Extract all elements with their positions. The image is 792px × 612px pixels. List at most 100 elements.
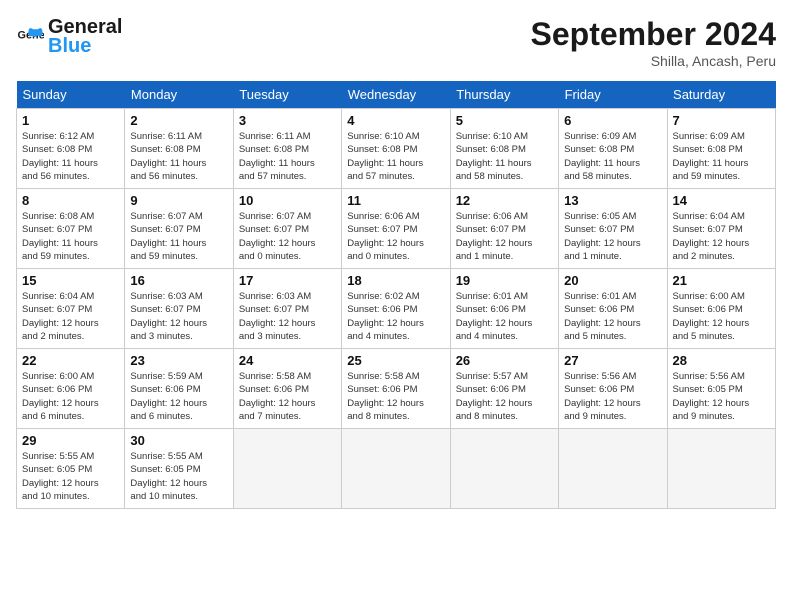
table-row (450, 429, 558, 509)
day-number: 14 (673, 193, 770, 208)
table-row: 4Sunrise: 6:10 AM Sunset: 6:08 PM Daylig… (342, 109, 450, 189)
title-section: September 2024 Shilla, Ancash, Peru (531, 16, 776, 69)
table-row: 8 Sunrise: 6:08 AM Sunset: 6:07 PM Daylig… (17, 189, 125, 269)
day-number: 12 (456, 193, 553, 208)
calendar-week-3: 15 Sunrise: 6:04 AM Sunset: 6:07 PM Dayli… (17, 269, 776, 349)
col-monday: Monday (125, 81, 233, 109)
calendar-table: Sunday Monday Tuesday Wednesday Thursday… (16, 81, 776, 509)
table-row: 23 Sunrise: 5:59 AM Sunset: 6:06 PM Dayli… (125, 349, 233, 429)
day-number: 25 (347, 353, 444, 368)
table-row: 12 Sunrise: 6:06 AM Sunset: 6:07 PM Dayli… (450, 189, 558, 269)
day-info: Sunrise: 6:07 AM Sunset: 6:07 PM Dayligh… (239, 210, 336, 263)
table-row: 18Sunrise: 6:02 AM Sunset: 6:06 PM Dayli… (342, 269, 450, 349)
day-number: 15 (22, 273, 119, 288)
day-info: Sunrise: 6:00 AM Sunset: 6:06 PM Dayligh… (22, 370, 119, 423)
day-number: 3 (239, 113, 336, 128)
table-row: 27 Sunrise: 5:56 AM Sunset: 6:06 PM Dayli… (559, 349, 667, 429)
day-info: Sunrise: 5:59 AM Sunset: 6:06 PM Dayligh… (130, 370, 227, 423)
day-number: 20 (564, 273, 661, 288)
day-number: 23 (130, 353, 227, 368)
col-wednesday: Wednesday (342, 81, 450, 109)
day-info: Sunrise: 5:56 AM Sunset: 6:06 PM Dayligh… (564, 370, 661, 423)
table-row (233, 429, 341, 509)
day-info: Sunrise: 6:12 AM Sunset: 6:08 PM Dayligh… (22, 130, 119, 183)
day-number: 10 (239, 193, 336, 208)
day-number: 21 (673, 273, 770, 288)
day-info: Sunrise: 5:57 AM Sunset: 6:06 PM Dayligh… (456, 370, 553, 423)
day-number: 7 (673, 113, 770, 128)
day-info: Sunrise: 6:11 AM Sunset: 6:08 PM Dayligh… (239, 130, 336, 183)
table-row: 30 Sunrise: 5:55 AM Sunset: 6:05 PM Dayli… (125, 429, 233, 509)
col-tuesday: Tuesday (233, 81, 341, 109)
page-header: General General Blue September 2024 Shil… (16, 16, 776, 69)
day-number: 17 (239, 273, 336, 288)
calendar-week-1: 1Sunrise: 6:12 AM Sunset: 6:08 PM Daylig… (17, 109, 776, 189)
table-row: 15 Sunrise: 6:04 AM Sunset: 6:07 PM Dayli… (17, 269, 125, 349)
table-row: 26 Sunrise: 5:57 AM Sunset: 6:06 PM Dayli… (450, 349, 558, 429)
day-number: 28 (673, 353, 770, 368)
col-friday: Friday (559, 81, 667, 109)
day-info: Sunrise: 6:05 AM Sunset: 6:07 PM Dayligh… (564, 210, 661, 263)
day-number: 8 (22, 193, 119, 208)
day-info: Sunrise: 5:55 AM Sunset: 6:05 PM Dayligh… (22, 450, 119, 503)
table-row: 22 Sunrise: 6:00 AM Sunset: 6:06 PM Dayli… (17, 349, 125, 429)
day-info: Sunrise: 6:00 AM Sunset: 6:06 PM Dayligh… (673, 290, 770, 343)
day-info: Sunrise: 6:03 AM Sunset: 6:07 PM Dayligh… (130, 290, 227, 343)
table-row: 7 Sunrise: 6:09 AM Sunset: 6:08 PM Daylig… (667, 109, 775, 189)
calendar-header-row: Sunday Monday Tuesday Wednesday Thursday… (17, 81, 776, 109)
table-row: 29 Sunrise: 5:55 AM Sunset: 6:05 PM Dayli… (17, 429, 125, 509)
col-thursday: Thursday (450, 81, 558, 109)
day-number: 2 (130, 113, 227, 128)
table-row (667, 429, 775, 509)
day-number: 6 (564, 113, 661, 128)
day-number: 22 (22, 353, 119, 368)
day-info: Sunrise: 5:56 AM Sunset: 6:05 PM Dayligh… (673, 370, 770, 423)
table-row: 9 Sunrise: 6:07 AM Sunset: 6:07 PM Daylig… (125, 189, 233, 269)
day-number: 27 (564, 353, 661, 368)
day-info: Sunrise: 6:01 AM Sunset: 6:06 PM Dayligh… (564, 290, 661, 343)
calendar-week-2: 8 Sunrise: 6:08 AM Sunset: 6:07 PM Daylig… (17, 189, 776, 269)
day-info: Sunrise: 5:55 AM Sunset: 6:05 PM Dayligh… (130, 450, 227, 503)
day-number: 4 (347, 113, 444, 128)
month-title: September 2024 (531, 16, 776, 53)
table-row: 28 Sunrise: 5:56 AM Sunset: 6:05 PM Dayli… (667, 349, 775, 429)
day-info: Sunrise: 5:58 AM Sunset: 6:06 PM Dayligh… (239, 370, 336, 423)
table-row: 17 Sunrise: 6:03 AM Sunset: 6:07 PM Dayli… (233, 269, 341, 349)
day-info: Sunrise: 6:06 AM Sunset: 6:07 PM Dayligh… (456, 210, 553, 263)
table-row (559, 429, 667, 509)
day-info: Sunrise: 6:09 AM Sunset: 6:08 PM Dayligh… (564, 130, 661, 183)
day-info: Sunrise: 6:07 AM Sunset: 6:07 PM Dayligh… (130, 210, 227, 263)
table-row: 25 Sunrise: 5:58 AM Sunset: 6:06 PM Dayli… (342, 349, 450, 429)
col-saturday: Saturday (667, 81, 775, 109)
day-info: Sunrise: 6:08 AM Sunset: 6:07 PM Dayligh… (22, 210, 119, 263)
day-info: Sunrise: 6:03 AM Sunset: 6:07 PM Dayligh… (239, 290, 336, 343)
day-number: 11 (347, 193, 444, 208)
day-info: Sunrise: 6:10 AM Sunset: 6:08 PM Dayligh… (456, 130, 553, 183)
table-row: 16Sunrise: 6:03 AM Sunset: 6:07 PM Dayli… (125, 269, 233, 349)
day-info: Sunrise: 6:01 AM Sunset: 6:06 PM Dayligh… (456, 290, 553, 343)
day-info: Sunrise: 5:58 AM Sunset: 6:06 PM Dayligh… (347, 370, 444, 423)
day-number: 26 (456, 353, 553, 368)
table-row: 3 Sunrise: 6:11 AM Sunset: 6:08 PM Daylig… (233, 109, 341, 189)
table-row: 5Sunrise: 6:10 AM Sunset: 6:08 PM Daylig… (450, 109, 558, 189)
day-info: Sunrise: 6:04 AM Sunset: 6:07 PM Dayligh… (673, 210, 770, 263)
day-info: Sunrise: 6:11 AM Sunset: 6:08 PM Dayligh… (130, 130, 227, 183)
day-number: 9 (130, 193, 227, 208)
day-number: 18 (347, 273, 444, 288)
logo: General General Blue (16, 16, 122, 58)
day-number: 29 (22, 433, 119, 448)
table-row: 19 Sunrise: 6:01 AM Sunset: 6:06 PM Dayli… (450, 269, 558, 349)
day-info: Sunrise: 6:09 AM Sunset: 6:08 PM Dayligh… (673, 130, 770, 183)
table-row: 14 Sunrise: 6:04 AM Sunset: 6:07 PM Dayli… (667, 189, 775, 269)
table-row: 20 Sunrise: 6:01 AM Sunset: 6:06 PM Dayli… (559, 269, 667, 349)
table-row (342, 429, 450, 509)
table-row: 1Sunrise: 6:12 AM Sunset: 6:08 PM Daylig… (17, 109, 125, 189)
table-row: 21 Sunrise: 6:00 AM Sunset: 6:06 PM Dayli… (667, 269, 775, 349)
logo-icon: General (16, 23, 44, 51)
table-row: 10 Sunrise: 6:07 AM Sunset: 6:07 PM Dayli… (233, 189, 341, 269)
day-number: 30 (130, 433, 227, 448)
table-row: 24Sunrise: 5:58 AM Sunset: 6:06 PM Dayli… (233, 349, 341, 429)
day-number: 19 (456, 273, 553, 288)
day-info: Sunrise: 6:04 AM Sunset: 6:07 PM Dayligh… (22, 290, 119, 343)
calendar-week-4: 22 Sunrise: 6:00 AM Sunset: 6:06 PM Dayli… (17, 349, 776, 429)
